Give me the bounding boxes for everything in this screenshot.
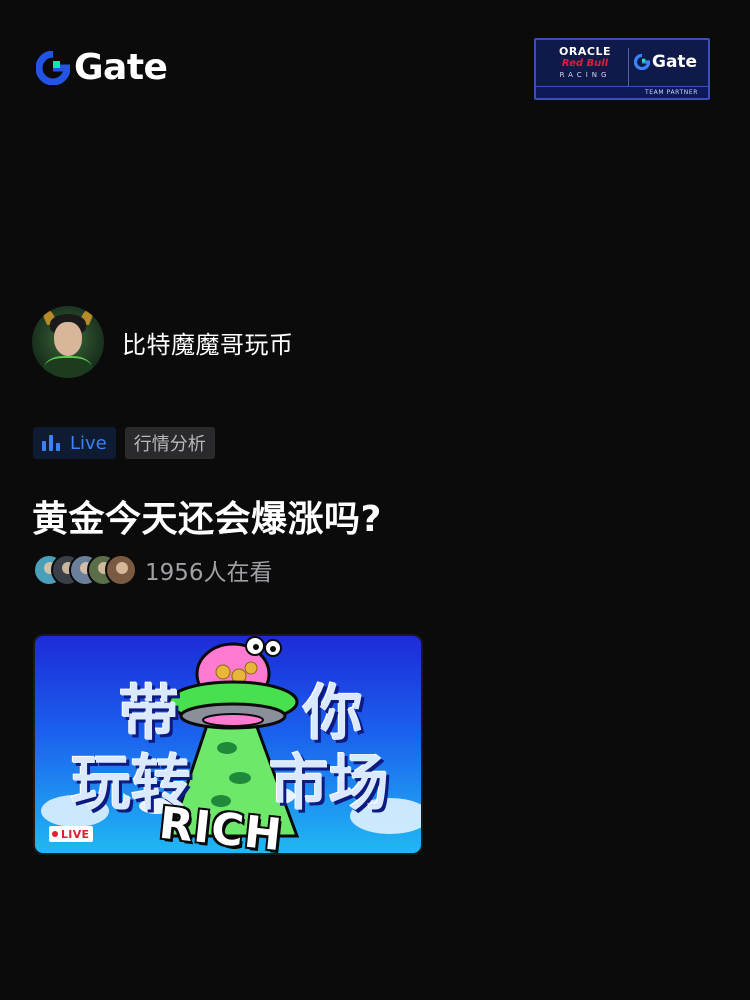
viewer-count: 1956人在看	[145, 560, 273, 586]
partner-tagline: TEAM PARTNER	[536, 86, 708, 98]
partner-line1: ORACLE	[559, 45, 611, 58]
partner-line2: Red Bull	[561, 58, 609, 69]
live-dot-icon	[52, 831, 58, 837]
stream-tags: Live 行情分析	[33, 427, 215, 459]
stream-title: 黄金今天还会爆涨吗?	[32, 499, 382, 540]
thumbnail-text-1a: 带	[119, 679, 179, 749]
host-info[interactable]: 比特魔魔哥玩币	[32, 306, 294, 378]
live-chip: LIVE	[49, 826, 94, 842]
partner-line3: RACING	[559, 71, 611, 79]
oracle-redbull-logo: ORACLE Red Bull RACING	[544, 46, 626, 80]
gate-logo-icon	[634, 54, 650, 70]
partner-gate-logo: Gate	[634, 52, 697, 72]
team-partner-badge: ORACLE Red Bull RACING Gate TEAM PARTNER	[534, 38, 710, 100]
live-tag-label: Live	[70, 432, 107, 454]
partner-divider	[628, 48, 629, 86]
viewer-avatar	[105, 554, 137, 586]
partner-brand: Gate	[652, 52, 698, 72]
host-name[interactable]: 比特魔魔哥玩币	[122, 325, 294, 360]
live-chip-label: LIVE	[61, 827, 90, 841]
stream-thumbnail[interactable]: 带 你 玩转 市场 RICH LIVE	[33, 634, 423, 855]
viewer-avatars	[33, 554, 137, 586]
host-avatar[interactable]	[32, 306, 104, 378]
live-tag: Live	[33, 427, 116, 459]
gate-logo-icon	[36, 51, 70, 85]
category-tag: 行情分析	[124, 427, 215, 459]
viewer-info: 1956人在看	[33, 553, 273, 587]
gate-logo[interactable]: Gate	[36, 47, 168, 88]
thumbnail-text-2b: 市场	[269, 749, 389, 819]
bar-chart-icon	[42, 435, 60, 451]
thumbnail-text-1b: 你	[303, 679, 363, 749]
logo-text: Gate	[74, 47, 168, 88]
